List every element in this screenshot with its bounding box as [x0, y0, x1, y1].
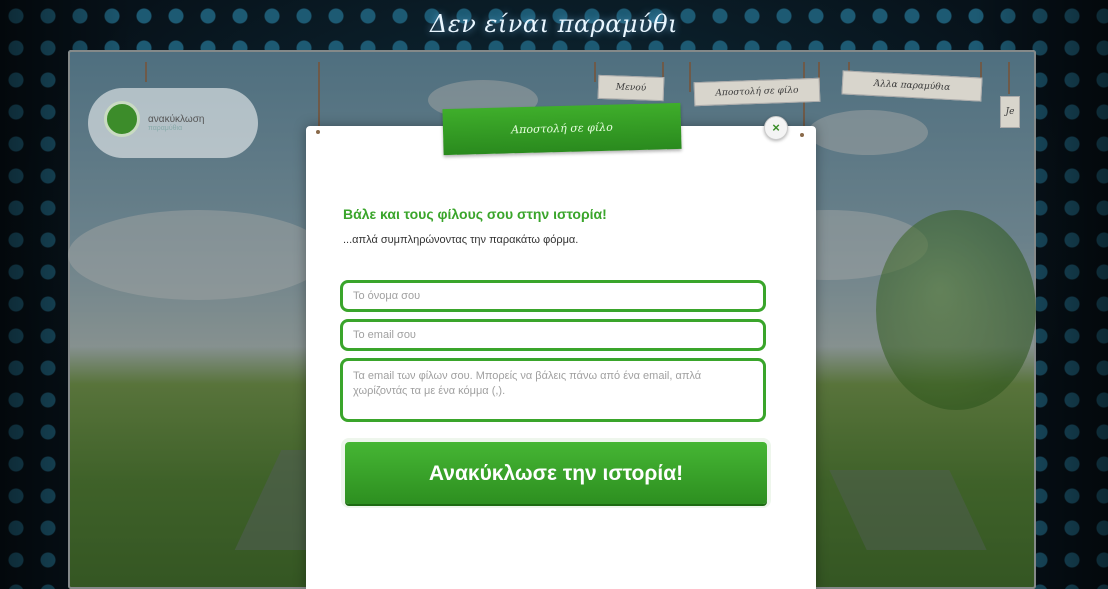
name-input[interactable]	[340, 280, 766, 312]
modal-title: Αποστολή σε φίλο	[511, 120, 613, 137]
nav-item-menu[interactable]: Μενού	[597, 74, 665, 102]
nav-item-label: Αποστολή σε φίλο	[715, 85, 799, 99]
nav-item-je[interactable]: Je	[1000, 96, 1020, 128]
site-title: Δεν είναι παραμύθι	[430, 10, 678, 38]
nav-item-label: Je	[1005, 107, 1015, 117]
friends-emails-textarea[interactable]	[340, 358, 766, 422]
email-input[interactable]	[340, 319, 766, 351]
close-icon: ×	[772, 120, 780, 135]
close-button[interactable]: ×	[764, 116, 788, 140]
logo-name: ανακύκλωση	[148, 114, 205, 125]
submit-button[interactable]: Ανακύκλωσε την ιστορία!	[345, 442, 767, 504]
modal-title-ribbon: Αποστολή σε φίλο	[442, 102, 682, 156]
form-heading: Βάλε και τους φίλους σου στην ιστορία!	[343, 206, 607, 222]
logo-tagline: παραμύθια	[148, 125, 183, 132]
nav-item-send-to-friend[interactable]: Αποστολή σε φίλο	[693, 77, 821, 107]
form-subheading: ...απλά συμπληρώνοντας την παρακάτω φόρμ…	[343, 234, 579, 246]
nav-item-label: Άλλα παραμύθια	[873, 79, 951, 93]
logo-icon	[104, 101, 140, 137]
nav-item-label: Μενού	[615, 82, 647, 94]
